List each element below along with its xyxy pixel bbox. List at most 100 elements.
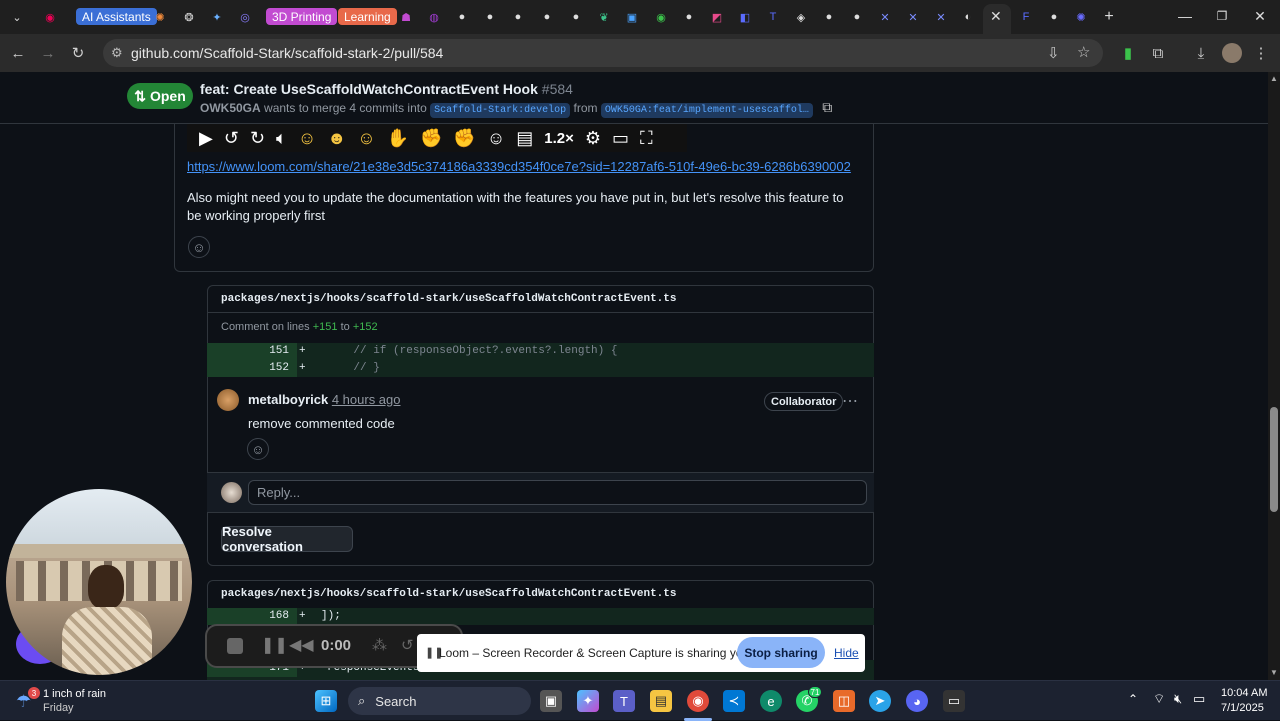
volume-muted-icon[interactable]: 🔇︎ [1174, 691, 1182, 707]
tab-github-icon[interactable]: ● [820, 8, 838, 26]
add-reaction-icon[interactable]: ☺ [188, 236, 210, 258]
hide-link[interactable]: Hide [834, 646, 859, 660]
url-text[interactable]: github.com/Scaffold-Stark/scaffold-stark… [131, 45, 443, 61]
fullscreen-icon[interactable]: ⛶ [640, 128, 653, 149]
emoji-heart-eyes-icon[interactable]: ☻ [327, 128, 346, 149]
edge-icon[interactable]: e [760, 690, 782, 712]
site-info-icon[interactable]: ⚙ [111, 45, 123, 61]
rewind-icon[interactable]: ↺ [224, 128, 239, 149]
webcam-bubble[interactable] [6, 489, 192, 675]
pr-author[interactable]: OWK50GA [200, 101, 261, 115]
tab-favicon-icon[interactable]: T [764, 8, 782, 26]
pause-icon[interactable]: ❚❚ [261, 635, 288, 655]
tab-favicon-icon[interactable]: ◈ [792, 8, 810, 26]
active-tab[interactable]: ✕ [983, 4, 1011, 34]
tab-favicon-icon[interactable]: ☗ [397, 8, 415, 26]
tray-chevron-icon[interactable]: ⌃ [1128, 692, 1138, 706]
close-tab-icon[interactable]: ✕ [990, 8, 1002, 25]
undo-icon[interactable]: ↺ [401, 636, 414, 654]
loom-share-link[interactable]: https://www.loom.com/share/21e38e3d5c374… [187, 159, 851, 174]
windows-start-icon[interactable]: ⊞ [315, 690, 337, 712]
stop-sharing-button[interactable]: Stop sharing [737, 637, 825, 668]
taskbar-search[interactable]: ⌕ Search [348, 687, 531, 715]
address-bar[interactable]: ⚙ github.com/Scaffold-Stark/scaffold-sta… [103, 39, 1103, 67]
settings-gear-icon[interactable]: ⚙ [585, 128, 601, 149]
wifi-icon[interactable]: ⌔ [1153, 691, 1165, 707]
tab-github-icon[interactable]: ● [848, 8, 866, 26]
file-explorer-icon[interactable]: ▤ [650, 690, 672, 712]
extension-icon[interactable]: ▮ [1118, 43, 1138, 63]
resolve-conversation-button[interactable]: Resolve conversation [221, 524, 353, 554]
tab-github-icon[interactable]: ● [538, 8, 556, 26]
tab-favicon-icon[interactable]: ◉ [41, 8, 59, 26]
file-path[interactable]: packages/nextjs/hooks/scaffold-stark/use… [221, 588, 676, 600]
page-scrollbar[interactable]: ▲ ▼ [1268, 72, 1280, 680]
stop-recording-icon[interactable] [227, 638, 243, 654]
restore-icon[interactable]: ❐ [1207, 6, 1237, 26]
emoji-laugh-icon[interactable]: ☺ [298, 128, 316, 149]
reply-input[interactable]: Reply... [248, 480, 867, 505]
forward-icon[interactable]: ↻ [250, 128, 265, 149]
new-tab-icon[interactable]: + [1100, 8, 1118, 26]
emoji-thumbs-up-icon[interactable]: ✊ [420, 128, 442, 149]
tab-favicon-icon[interactable]: ◉ [652, 8, 670, 26]
head-branch[interactable]: OWK50GA:feat/implement-usescaffol… [600, 103, 813, 118]
tab-github-icon[interactable]: ● [453, 8, 471, 26]
tab-github-icon[interactable]: ● [680, 8, 698, 26]
more-options-icon[interactable]: ⋯ [842, 391, 858, 411]
tab-favicon-icon[interactable]: ▣ [623, 8, 641, 26]
clock-time[interactable]: 10:04 AM [1221, 687, 1267, 699]
emoji-raised-hands-icon[interactable]: ✋ [387, 128, 409, 149]
comment-icon[interactable]: ▤ [516, 128, 533, 149]
avatar[interactable] [217, 389, 239, 411]
tab-favicon-icon[interactable]: ◍ [425, 8, 443, 26]
close-window-icon[interactable]: ✕ [1245, 6, 1275, 26]
discord-icon[interactable]: ◕ [906, 690, 928, 712]
profile-avatar[interactable] [1222, 43, 1242, 63]
add-reaction-icon[interactable]: ☺ [247, 438, 269, 460]
playback-speed[interactable]: 1.2× [544, 130, 574, 147]
tab-favicon-icon[interactable]: ◧ [736, 8, 754, 26]
clock-date[interactable]: 7/1/2025 [1221, 702, 1264, 714]
drawing-tool-icon[interactable]: ⁂ [372, 636, 387, 654]
restart-icon[interactable]: ◀◀ [289, 635, 314, 655]
back-icon[interactable]: ← [8, 43, 28, 63]
copilot-icon[interactable]: ✦ [577, 690, 599, 712]
tab-group-learning[interactable]: Learning [338, 8, 397, 25]
tab-openai-icon[interactable]: ❂ [180, 8, 198, 26]
tab-favicon-icon[interactable]: ◩ [708, 8, 726, 26]
task-view-icon[interactable]: ▣ [540, 690, 562, 712]
scroll-thumb[interactable] [1270, 407, 1278, 512]
vscode-icon[interactable]: ≺ [723, 690, 745, 712]
chrome-icon[interactable]: ◉ [687, 690, 709, 712]
tab-favicon-icon[interactable]: ✕ [876, 8, 894, 26]
tab-favicon-icon[interactable]: ◐ [959, 8, 977, 26]
tab-github-icon[interactable]: ● [509, 8, 527, 26]
tab-group-ai-assistants[interactable]: AI Assistants [76, 8, 157, 25]
battery-icon[interactable]: ▭ [1193, 691, 1205, 707]
picture-in-picture-icon[interactable]: ▭ [612, 128, 629, 149]
copy-icon[interactable]: ⧉ [822, 99, 832, 115]
reload-icon[interactable]: ↻ [68, 43, 88, 63]
tab-favicon-icon[interactable]: ✕ [932, 8, 950, 26]
tab-favicon-icon[interactable]: ✕ [904, 8, 922, 26]
scroll-up-icon[interactable]: ▲ [1270, 74, 1278, 83]
downloads-icon[interactable]: ⤓ [1191, 43, 1211, 63]
tab-group-3d-printing[interactable]: 3D Printing [266, 8, 338, 25]
pr-title-text[interactable]: feat: Create UseScaffoldWatchContractEve… [200, 81, 538, 97]
tab-github-icon[interactable]: ● [567, 8, 585, 26]
extensions-puzzle-icon[interactable]: ⧉ [1148, 43, 1168, 63]
tab-favicon-icon[interactable]: ✺ [1072, 8, 1090, 26]
bookmark-star-icon[interactable]: ☆ [1077, 43, 1090, 61]
minimize-icon[interactable]: — [1170, 6, 1200, 26]
install-app-icon[interactable]: ⇩ [1047, 44, 1060, 62]
telegram-icon[interactable]: ➤ [869, 690, 891, 712]
tab-search-chevron-icon[interactable]: ⌄ [8, 8, 26, 26]
tab-favicon-icon[interactable]: F [1017, 8, 1035, 26]
add-reaction-icon[interactable]: ☺ [487, 128, 505, 149]
tab-favicon-icon[interactable]: ❦ [595, 8, 613, 26]
menu-kebab-icon[interactable]: ⋮ [1251, 43, 1271, 63]
teams-icon[interactable]: T [613, 690, 635, 712]
office-icon[interactable]: ◫ [833, 690, 855, 712]
emoji-surprised-icon[interactable]: ☺ [357, 128, 375, 149]
